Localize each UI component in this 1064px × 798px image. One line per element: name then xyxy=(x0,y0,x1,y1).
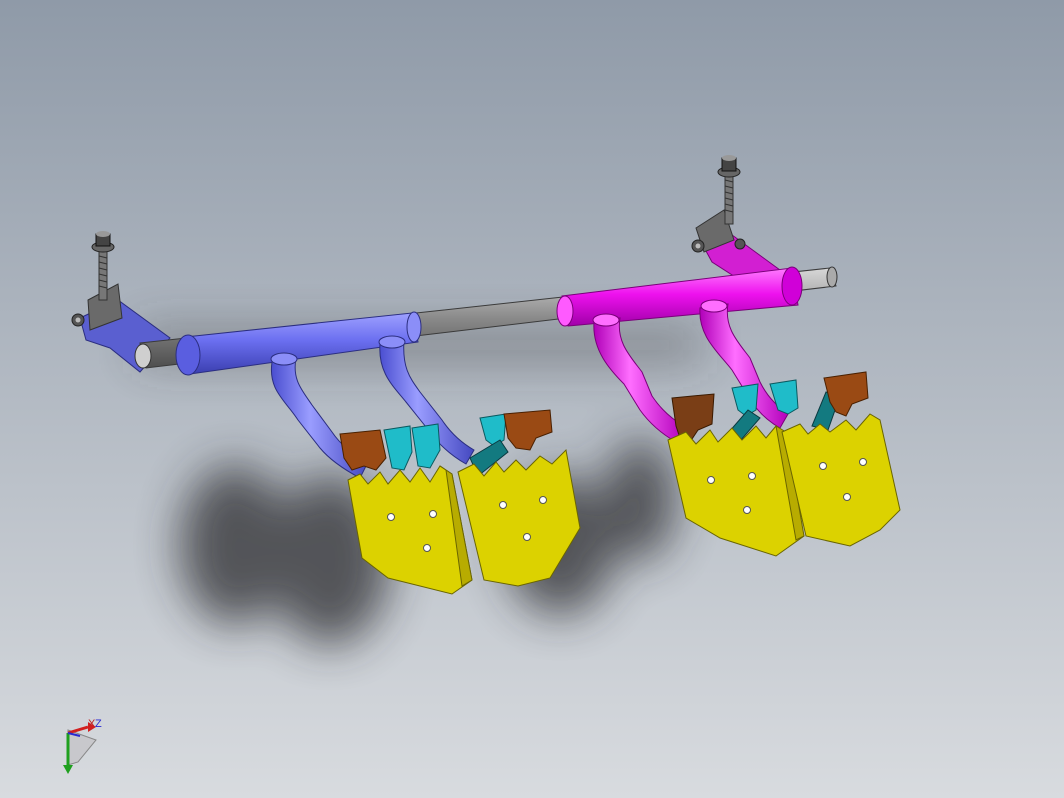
z-axis-label: Z xyxy=(95,718,102,730)
viewport-background xyxy=(0,0,1064,798)
cad-scene[interactable]: X Z xyxy=(0,0,1064,798)
3d-viewport[interactable]: X Z xyxy=(0,0,1064,798)
